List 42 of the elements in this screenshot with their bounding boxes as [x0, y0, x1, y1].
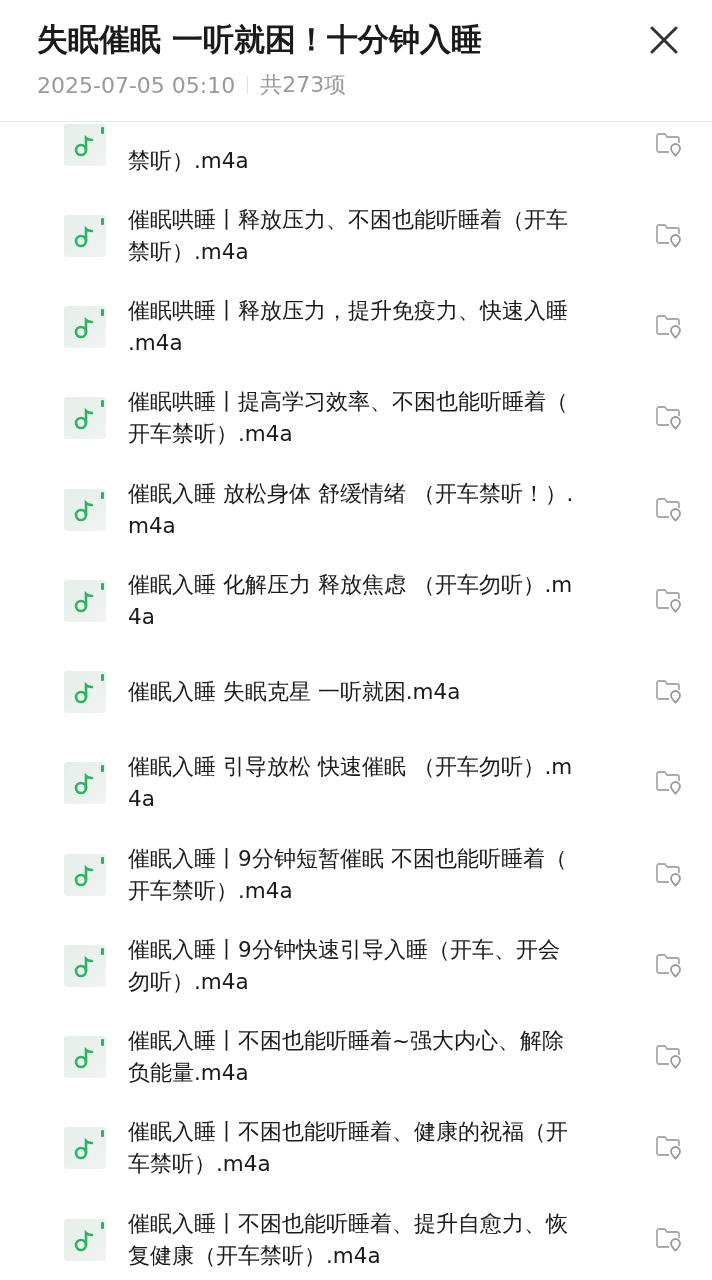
folder-pin-icon[interactable]	[656, 862, 682, 887]
file-name[interactable]: 催眠哄睡丨释放压力、不困也能听睡着（开车 禁听）.m4a	[128, 203, 646, 268]
folder-pin-icon[interactable]	[656, 771, 682, 796]
music-file-icon	[64, 853, 106, 896]
file-name[interactable]: 催眠入睡 放松身体 舒缓情绪 （开车禁听！）. m4a	[128, 477, 646, 542]
folder-pin-icon[interactable]	[656, 132, 682, 157]
music-file-icon	[64, 214, 106, 257]
music-file-icon	[64, 397, 106, 440]
file-name[interactable]: 催眠入睡丨9分钟短暂催眠 不困也能听睡着（ 开车禁听）.m4a	[128, 842, 646, 907]
file-name[interactable]: 催眠入睡丨9分钟快速引导入睡（开车、开会 勿听）.m4a	[128, 933, 646, 998]
file-name[interactable]: 催眠哄睡丨提高学习效率、不困也能听睡着（ 开车禁听）.m4a	[128, 386, 646, 451]
music-file-icon	[64, 123, 106, 166]
folder-pin-icon[interactable]	[656, 1045, 682, 1070]
file-name[interactable]: 禁听）.m4a	[128, 122, 646, 177]
list-title: 失眠催眠 一听就困！十分钟入睡	[37, 20, 483, 59]
music-file-icon	[64, 1218, 106, 1261]
music-file-icon	[64, 1127, 106, 1170]
music-file-icon	[64, 671, 106, 714]
music-file-icon	[64, 488, 106, 531]
folder-pin-icon[interactable]	[656, 1136, 682, 1161]
folder-pin-icon[interactable]	[656, 680, 682, 705]
file-name[interactable]: 催眠入睡 引导放松 快速催眠 （开车勿听）.m 4a	[128, 751, 646, 816]
music-file-icon	[64, 762, 106, 805]
date-text: 2025-07-05 05:10	[37, 72, 236, 98]
file-name[interactable]: 催眠入睡 失眠克星 一听就困.m4a	[128, 676, 646, 709]
folder-pin-icon[interactable]	[656, 588, 682, 613]
folder-pin-icon[interactable]	[656, 953, 682, 978]
file-name[interactable]: 催眠入睡丨不困也能听睡着、提升自愈力、恢 复健康（开车禁听）.m4a	[128, 1207, 646, 1272]
music-file-icon	[64, 579, 106, 622]
file-name[interactable]: 催眠入睡 化解压力 释放焦虑 （开车勿听）.m 4a	[128, 568, 646, 633]
folder-pin-icon[interactable]	[656, 406, 682, 431]
music-file-icon	[64, 306, 106, 349]
music-file-icon	[64, 944, 106, 987]
folder-pin-icon[interactable]	[656, 315, 682, 340]
item-count: 共273项	[260, 71, 347, 99]
folder-pin-icon[interactable]	[656, 223, 682, 248]
file-name[interactable]: 催眠入睡丨不困也能听睡着、健康的祝福（开 车禁听）.m4a	[128, 1116, 646, 1181]
file-name[interactable]: 催眠哄睡丨释放压力，提升免疫力、快速入睡 .m4a	[128, 295, 646, 360]
folder-pin-icon[interactable]	[656, 1227, 682, 1252]
file-name[interactable]: 催眠入睡丨不困也能听睡着~强大内心、解除 负能量.m4a	[128, 1025, 646, 1090]
music-file-icon	[64, 1036, 106, 1079]
folder-pin-icon[interactable]	[656, 497, 682, 522]
